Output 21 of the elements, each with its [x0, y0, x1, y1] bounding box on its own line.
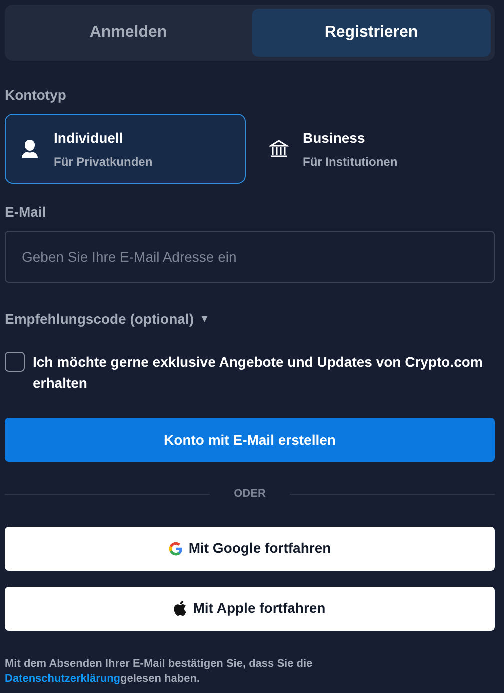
bank-icon	[269, 139, 289, 159]
tab[interactable]: Registrieren	[252, 9, 491, 57]
privacy-link[interactable]: Datenschutzerklärung	[5, 672, 121, 684]
referral-toggle[interactable]: Empfehlungscode (optional)	[5, 309, 194, 330]
caret-icon[interactable]: ▾	[202, 311, 208, 328]
privacy-notice: Mit dem Absenden Ihrer E-Mail bestätigen Sie, dass Sie die Datenschutzerklärunggelesen haben.	[5, 656, 314, 686]
account-type-option[interactable]: Business Für Institutionen	[254, 114, 495, 184]
consent-label: Ich möchte gerne exklusive Angebote und Updates von Crypto.com erhalten	[33, 353, 484, 393]
person-icon	[20, 139, 40, 159]
section-label: Kontotyp	[5, 86, 68, 105]
account-type-option[interactable]: Individuell Für Privatkunden	[5, 114, 246, 184]
divider-label: ODER	[234, 487, 266, 502]
tab[interactable]: Anmelden	[9, 9, 248, 57]
field-label: E-Mail	[5, 203, 48, 222]
google-g-icon	[168, 542, 183, 556]
google-button[interactable]: Mit Google fortfahren	[5, 526, 495, 570]
apple-button[interactable]: Mit Apple fortfahren	[5, 586, 495, 630]
apple-icon	[174, 601, 188, 616]
create-account-button[interactable]: Konto mit E-Mail erstellen	[5, 418, 495, 462]
email-field[interactable]: Geben Sie Ihre E-Mail Adresse ein	[5, 231, 495, 283]
checkbox[interactable]	[5, 352, 25, 372]
